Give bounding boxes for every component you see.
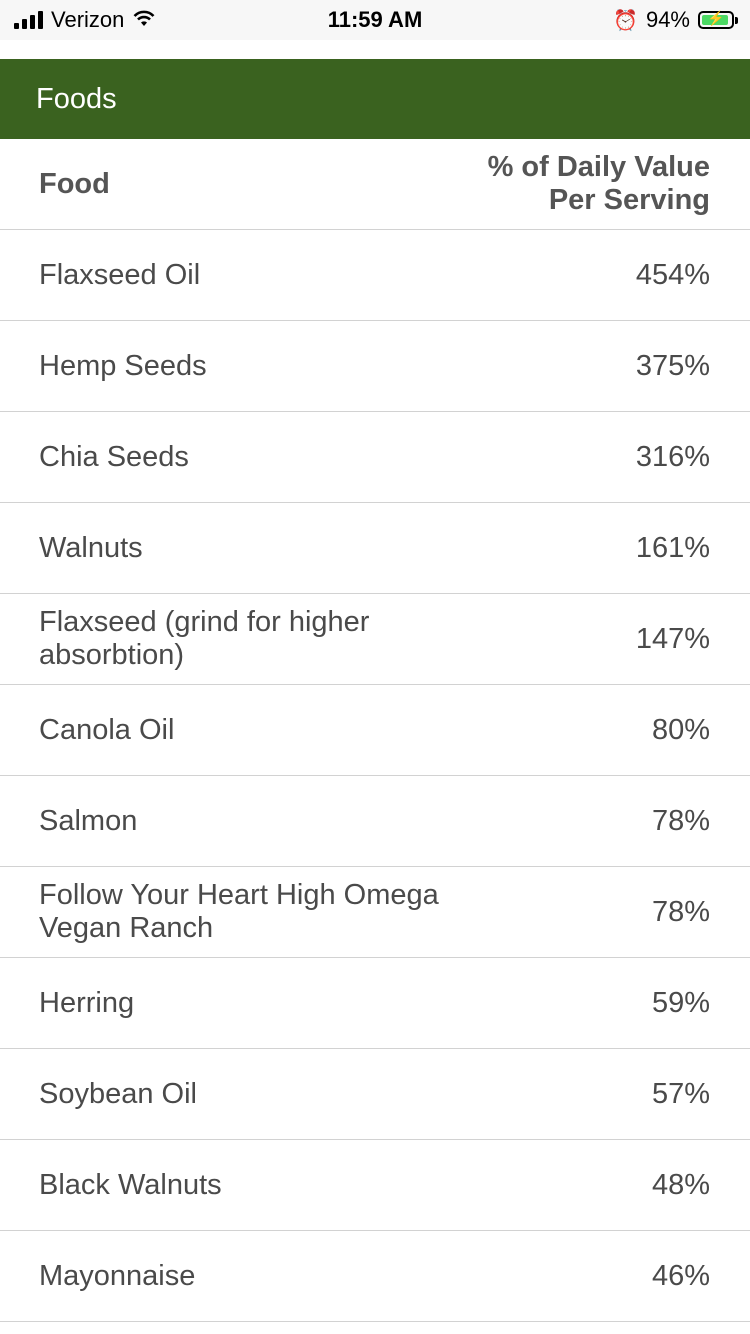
table-row[interactable]: Soybean Oil 57% — [0, 1048, 750, 1140]
daily-value: 316% — [439, 411, 750, 503]
status-bar-right: ⏰ 94% ⚡ — [613, 7, 738, 33]
daily-value: 57% — [439, 1048, 750, 1140]
daily-value: 59% — [439, 957, 750, 1049]
page-title: Foods — [36, 82, 117, 115]
food-name: Flaxseed Oil — [0, 229, 440, 321]
daily-value: 161% — [439, 502, 750, 594]
table-row[interactable]: Chia Seeds 316% — [0, 411, 750, 503]
food-name: Salmon — [0, 775, 440, 867]
table-row[interactable]: Flaxseed (grind for higher absorbtion) 1… — [0, 593, 750, 685]
food-name: Herring — [0, 957, 440, 1049]
food-name: Soybean Oil — [0, 1048, 440, 1140]
table-row[interactable]: Black Walnuts 48% — [0, 1139, 750, 1231]
food-name: Mayonnaise — [0, 1230, 440, 1322]
table-row[interactable]: Mayonnaise 46% — [0, 1230, 750, 1322]
table-row[interactable]: Hemp Seeds 375% — [0, 320, 750, 412]
daily-value: 48% — [439, 1139, 750, 1231]
table-row[interactable]: Canola Oil 80% — [0, 684, 750, 776]
alarm-icon: ⏰ — [613, 9, 638, 32]
food-name: Canola Oil — [0, 684, 440, 776]
battery-percent: 94% — [645, 7, 690, 32]
food-name: Black Walnuts — [0, 1139, 440, 1231]
food-name: Walnuts — [0, 502, 440, 594]
column-header-food: Food — [0, 139, 440, 230]
status-bar-spacer — [0, 40, 750, 59]
table-row[interactable]: Flaxseed Oil 454% — [0, 229, 750, 321]
table-row[interactable]: Follow Your Heart High Omega Vegan Ranch… — [0, 866, 750, 958]
app-header: Foods — [0, 59, 750, 139]
battery-charging-icon: ⚡ — [698, 10, 738, 29]
daily-value: 454% — [439, 229, 750, 321]
status-bar: Verizon 11:59 AM ⏰ 94% ⚡ — [0, 0, 750, 40]
daily-value: 147% — [439, 593, 750, 685]
table-row[interactable]: Walnuts 161% — [0, 502, 750, 594]
daily-value: 78% — [439, 866, 750, 958]
food-name: Chia Seeds — [0, 411, 440, 503]
food-name: Follow Your Heart High Omega Vegan Ranch — [0, 866, 440, 958]
daily-value: 78% — [439, 775, 750, 867]
food-name: Hemp Seeds — [0, 320, 440, 412]
table-row[interactable]: Salmon 78% — [0, 775, 750, 867]
foods-table: Food % of Daily Value Per Serving Flaxse… — [0, 139, 750, 1322]
food-name: Flaxseed (grind for higher absorbtion) — [0, 593, 440, 685]
table-header-row: Food % of Daily Value Per Serving — [0, 139, 750, 230]
daily-value: 375% — [439, 320, 750, 412]
column-header-daily-value: % of Daily Value Per Serving — [439, 139, 750, 230]
daily-value: 46% — [439, 1230, 750, 1322]
daily-value: 80% — [439, 684, 750, 776]
table-row[interactable]: Herring 59% — [0, 957, 750, 1049]
